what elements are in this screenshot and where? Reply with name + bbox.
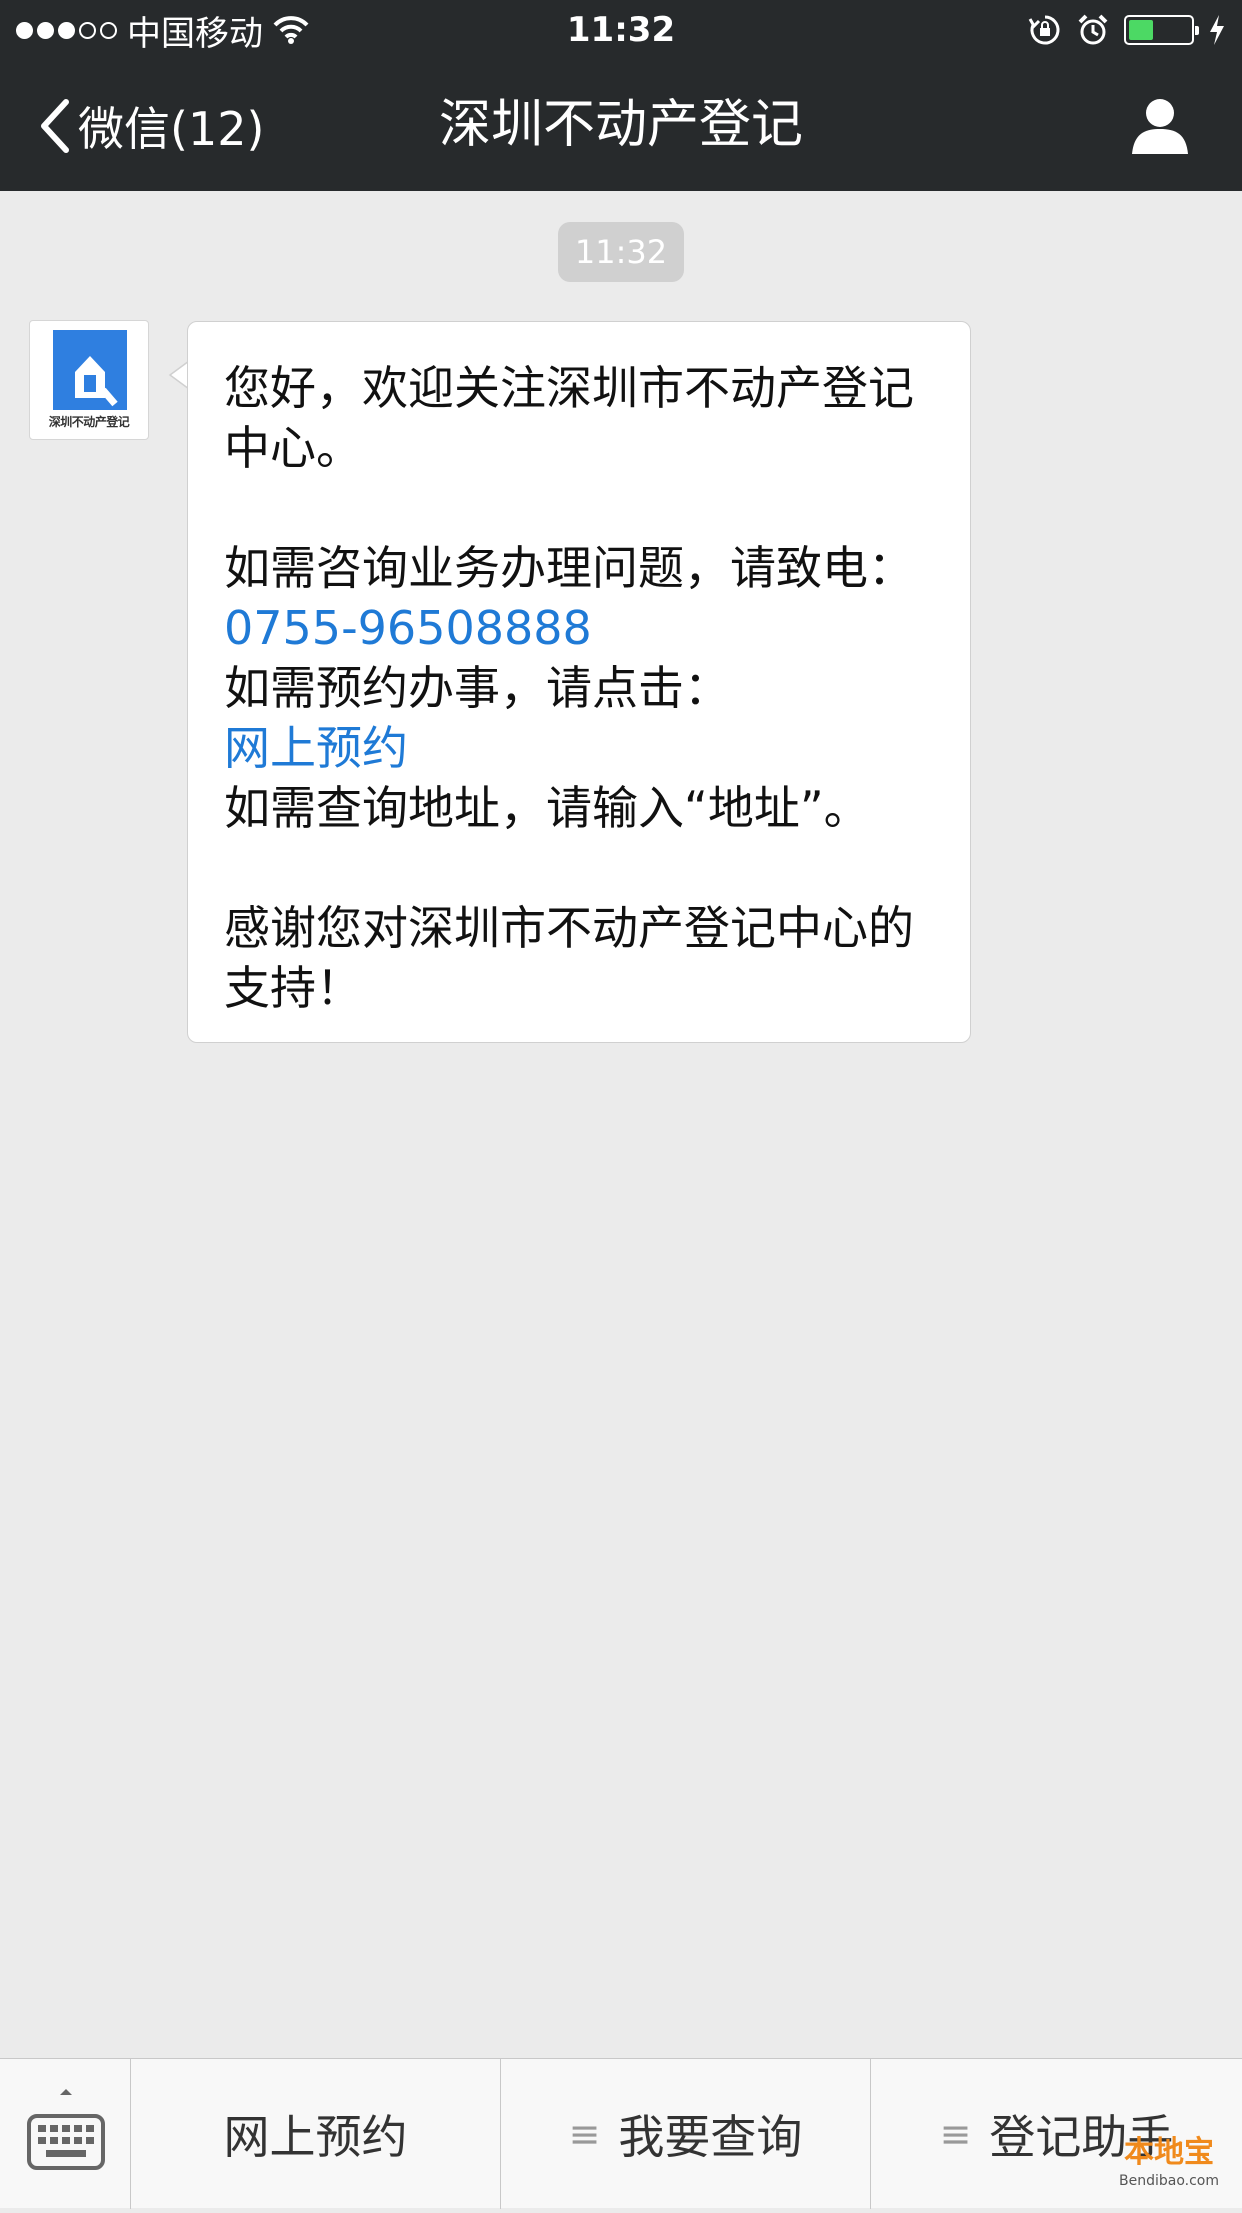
watermark-title: 本地宝	[1124, 2135, 1214, 2170]
message-line: 如需预约办事，请点击：	[224, 661, 730, 715]
message-line: 支持！	[224, 961, 362, 1015]
message-bubble[interactable]: 您好，欢迎关注深圳市不动产登记 中心。 如需咨询业务办理问题，请致电： 0755…	[187, 321, 971, 1043]
navigation-bar: 微信(12) 深圳不动产登记	[0, 60, 1242, 191]
menu-button-booking[interactable]: 网上预约	[131, 2059, 501, 2209]
message-gap	[224, 838, 950, 898]
booking-link[interactable]: 网上预约	[224, 718, 950, 778]
chevron-left-icon	[41, 98, 69, 153]
rotation-lock-icon	[1028, 15, 1060, 45]
battery-icon	[1124, 15, 1199, 45]
message-line: 感谢您对深圳市不动产登记中心的	[224, 901, 914, 955]
menu-button-label: 网上预约	[223, 2110, 408, 2164]
message-line: 您好，欢迎关注深圳市不动产登记	[224, 361, 914, 415]
message-line: 如需查询地址，请输入“地址”。	[224, 781, 870, 835]
menu-button-query[interactable]: ≡ 我要查询	[501, 2059, 871, 2209]
phone-link[interactable]: 0755-96508888	[224, 598, 950, 658]
account-avatar[interactable]: 深圳不动产登记	[29, 320, 149, 440]
avatar-caption: 深圳不动产登记	[48, 415, 130, 429]
bottom-menu: 网上预约 ≡ 我要查询 ≡ 登记助手	[0, 2058, 1242, 2209]
submenu-list-icon: ≡	[568, 2112, 601, 2156]
alarm-clock-icon	[1078, 14, 1108, 45]
status-bar: 中国移动 11:32	[0, 0, 1242, 60]
back-label: 微信(12)	[78, 101, 265, 156]
message-line: 如需咨询业务办理问题，请致电：	[224, 541, 914, 595]
watermark-url: Bendibao.com	[1118, 2173, 1219, 2189]
message-gap	[224, 478, 950, 538]
back-button[interactable]: 微信(12)	[38, 60, 264, 191]
registration-logo-icon	[53, 330, 127, 410]
charging-icon	[1210, 15, 1224, 45]
menu-button-label: 我要查询	[618, 2110, 803, 2164]
keyboard-toggle-button[interactable]	[0, 2059, 131, 2209]
message-timestamp: 11:32	[558, 222, 684, 282]
status-right	[1028, 0, 1226, 60]
watermark: 本地宝 Bendibao.com	[1110, 2134, 1228, 2200]
profile-icon[interactable]	[1130, 96, 1190, 156]
submenu-list-icon: ≡	[939, 2112, 972, 2156]
message-line: 中心。	[224, 421, 362, 475]
keyboard-icon	[27, 2089, 105, 2170]
